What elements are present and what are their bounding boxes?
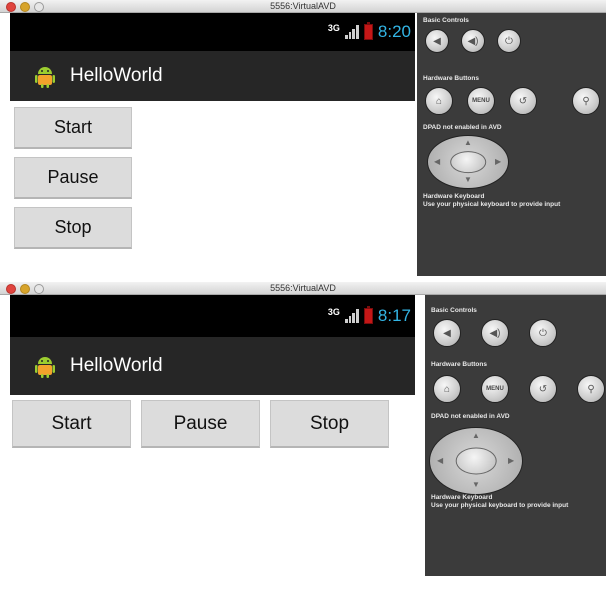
keyboard-note: Use your physical keyboard to provide in… (423, 201, 561, 208)
status-bar: 3G 8:17 (10, 295, 415, 337)
status-clock: 8:17 (377, 306, 411, 325)
basic-controls-label: Basic Controls (423, 17, 469, 24)
volume-up-icon[interactable]: ◀) (481, 319, 509, 347)
keyboard-title: Hardware Keyboard (431, 494, 493, 501)
search-icon[interactable]: ⚲ (577, 375, 605, 403)
home-icon[interactable]: ⌂ (425, 87, 453, 115)
hardware-buttons-label: Hardware Buttons (423, 75, 479, 82)
android-icon (35, 67, 55, 88)
menu-label: MENU (486, 386, 504, 392)
window-titlebar: 5556:VirtualAVD (0, 282, 606, 295)
home-icon[interactable]: ⌂ (433, 375, 461, 403)
basic-controls-label: Basic Controls (431, 307, 477, 314)
volume-down-icon[interactable]: ◀ (425, 29, 449, 53)
stop-button[interactable]: Stop (270, 400, 389, 448)
pause-button[interactable]: Pause (14, 157, 132, 199)
stop-button[interactable]: Stop (14, 207, 132, 249)
app-title: HelloWorld (70, 355, 163, 376)
dpad-left-icon[interactable]: ◀ (437, 457, 443, 465)
signal-icon (344, 25, 359, 39)
dpad-down-icon[interactable]: ▼ (472, 481, 480, 489)
dpad-up-icon[interactable]: ▲ (464, 139, 472, 147)
app-content: Start Pause Stop (10, 395, 415, 589)
network-type: 3G (327, 23, 340, 33)
dpad-note: DPAD not enabled in AVD (431, 413, 510, 420)
dpad-left-icon[interactable]: ◀ (434, 158, 440, 166)
keyboard-title: Hardware Keyboard (423, 193, 485, 200)
battery-icon (363, 22, 373, 40)
android-icon (35, 357, 55, 378)
status-clock: 8:20 (377, 22, 411, 41)
search-icon[interactable]: ⚲ (572, 87, 600, 115)
action-bar: HelloWorld (10, 337, 415, 395)
window-titlebar: 5556:VirtualAVD (0, 0, 606, 13)
menu-button[interactable]: MENU (481, 375, 509, 403)
dpad-right-icon[interactable]: ▶ (508, 457, 514, 465)
dpad-down-icon[interactable]: ▼ (464, 176, 472, 184)
menu-label: MENU (472, 98, 490, 104)
network-type: 3G (327, 307, 340, 317)
status-bar: 3G 8:20 (10, 13, 415, 51)
battery-icon (363, 306, 373, 324)
emulator-controls-panel: Basic Controls ◀ ◀) ⏻ Hardware Buttons ⌂… (417, 13, 606, 276)
back-icon[interactable]: ↺ (509, 87, 537, 115)
dpad[interactable]: ▲ ▼ ◀ ▶ (429, 427, 523, 495)
emulator-window-horizontal: 5556:VirtualAVD 3G 8:17 HelloWorld Start… (0, 282, 606, 589)
pause-button[interactable]: Pause (141, 400, 260, 448)
action-bar: HelloWorld (10, 51, 415, 101)
dpad-up-icon[interactable]: ▲ (472, 432, 480, 440)
dpad-right-icon[interactable]: ▶ (495, 158, 501, 166)
dpad[interactable]: ▲ ▼ ◀ ▶ (427, 135, 509, 189)
keyboard-note: Use your physical keyboard to provide in… (431, 502, 569, 509)
power-icon[interactable]: ⏻ (529, 319, 557, 347)
app-title: HelloWorld (70, 65, 163, 86)
back-icon[interactable]: ↺ (529, 375, 557, 403)
dpad-note: DPAD not enabled in AVD (423, 124, 502, 131)
emulator-window-vertical: 5556:VirtualAVD 3G 8:20 HelloWorld Start… (0, 0, 606, 276)
dpad-center-button[interactable] (455, 447, 497, 475)
dpad-center-button[interactable] (450, 151, 486, 173)
hardware-buttons-label: Hardware Buttons (431, 361, 487, 368)
start-button[interactable]: Start (14, 107, 132, 149)
window-title: 5556:VirtualAVD (270, 283, 336, 293)
window-title: 5556:VirtualAVD (270, 1, 336, 11)
emulator-controls-panel: Basic Controls ◀ ◀) ⏻ Hardware Buttons ⌂… (425, 295, 606, 576)
signal-icon (344, 309, 359, 323)
volume-down-icon[interactable]: ◀ (433, 319, 461, 347)
start-button[interactable]: Start (12, 400, 131, 448)
app-content: Start Pause Stop (10, 101, 415, 276)
menu-button[interactable]: MENU (467, 87, 495, 115)
power-icon[interactable]: ⏻ (497, 29, 521, 53)
volume-up-icon[interactable]: ◀) (461, 29, 485, 53)
